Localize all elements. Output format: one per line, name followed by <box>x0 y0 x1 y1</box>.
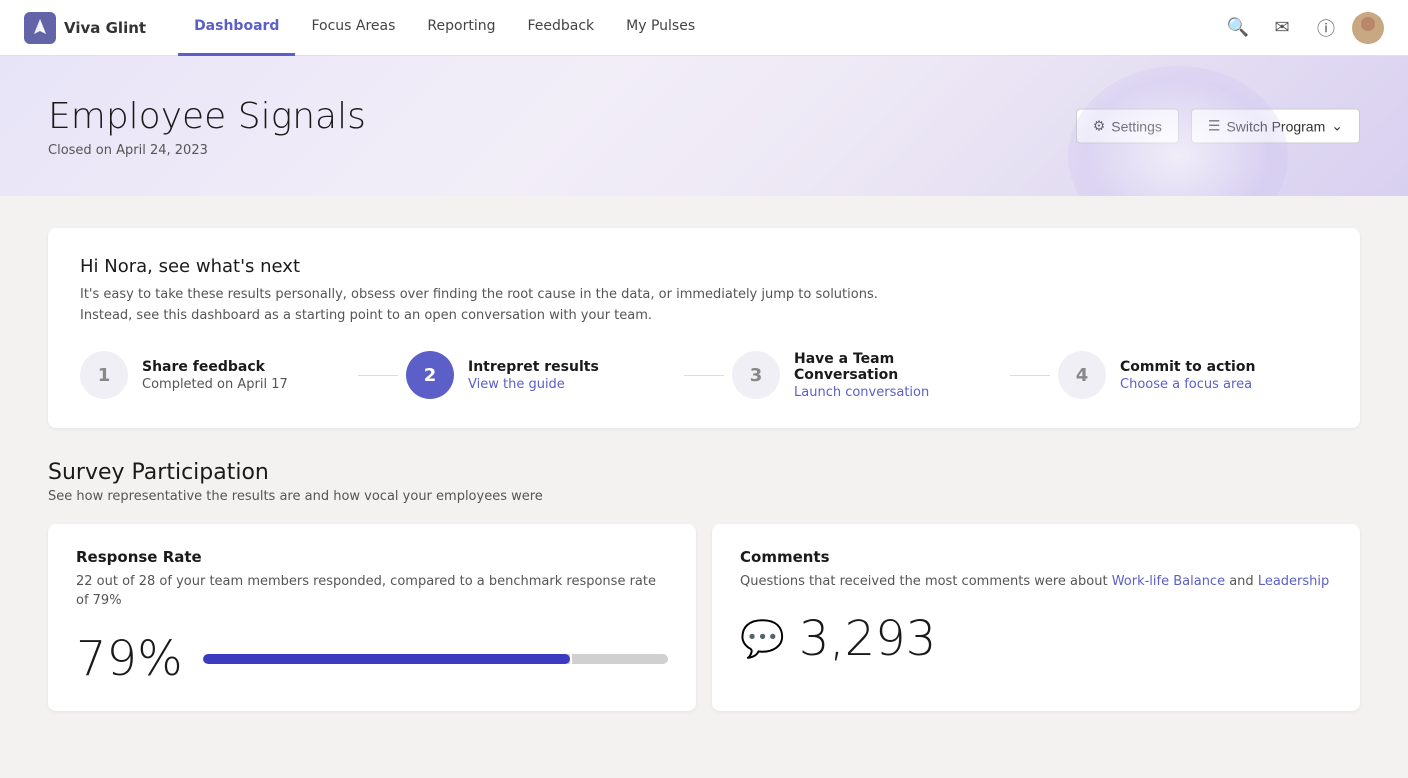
view-guide-link[interactable]: View the guide <box>468 377 565 392</box>
step-2-circle: 2 <box>406 351 454 399</box>
response-rate-card: Response Rate 22 out of 28 of your team … <box>48 524 696 711</box>
nav-link-dashboard[interactable]: Dashboard <box>178 0 295 56</box>
stat-grid: Response Rate 22 out of 28 of your team … <box>48 524 1360 711</box>
comments-count: 3,293 <box>799 611 936 667</box>
step-2-name: Intrepret results <box>468 359 676 375</box>
nav-link-reporting[interactable]: Reporting <box>411 0 511 56</box>
step-1-info: Share feedback Completed on April 17 <box>142 359 350 392</box>
step-2-sub: View the guide <box>468 377 676 392</box>
page-title: Employee Signals <box>48 96 1360 137</box>
step-3-sub: Launch conversation <box>794 385 1002 400</box>
hero-actions: ⚙ Settings ☰ Switch Program ⌄ <box>1076 109 1360 144</box>
step-4: 4 Commit to action Choose a focus area <box>1058 351 1328 399</box>
leadership-link[interactable]: Leadership <box>1258 574 1329 589</box>
settings-button[interactable]: ⚙ Settings <box>1076 109 1179 144</box>
main-content: Hi Nora, see what's next It's easy to ta… <box>0 196 1408 743</box>
step-4-info: Commit to action Choose a focus area <box>1120 359 1328 392</box>
launch-conversation-link[interactable]: Launch conversation <box>794 385 929 400</box>
comments-title: Comments <box>740 548 1332 566</box>
comments-card: Comments Questions that received the mos… <box>712 524 1360 711</box>
step-3: 3 Have a Team Conversation Launch conver… <box>732 351 1002 400</box>
step-3-circle: 3 <box>732 351 780 399</box>
nav-link-focus-areas[interactable]: Focus Areas <box>295 0 411 56</box>
whats-next-heading: Hi Nora, see what's next <box>80 256 1328 277</box>
nav-link-feedback[interactable]: Feedback <box>511 0 610 56</box>
step-divider-1 <box>358 375 398 376</box>
settings-icon: ⚙ <box>1093 118 1106 135</box>
participation-heading: Survey Participation <box>48 460 1360 485</box>
progress-fill <box>203 654 571 664</box>
search-icon: 🔍 <box>1227 17 1249 38</box>
brand-logo[interactable]: Viva Glint <box>24 12 146 44</box>
mail-icon: ✉ <box>1274 17 1289 38</box>
step-3-name: Have a Team Conversation <box>794 351 1002 383</box>
comments-desc: Questions that received the most comment… <box>740 572 1332 592</box>
avatar[interactable] <box>1352 12 1384 44</box>
progress-track <box>203 654 668 664</box>
comment-icon: 💬 <box>740 618 785 660</box>
response-rate-desc: 22 out of 28 of your team members respon… <box>76 572 668 611</box>
whats-next-description: It's easy to take these results personal… <box>80 285 1328 327</box>
switch-program-button[interactable]: ☰ Switch Program ⌄ <box>1191 109 1360 144</box>
page-subtitle: Closed on April 24, 2023 <box>48 143 1360 158</box>
progress-bar <box>203 654 668 664</box>
whats-next-card: Hi Nora, see what's next It's easy to ta… <box>48 228 1360 428</box>
step-4-sub: Choose a focus area <box>1120 377 1328 392</box>
nav-links: Dashboard Focus Areas Reporting Feedback… <box>178 0 1220 56</box>
hero-banner: Employee Signals Closed on April 24, 202… <box>0 56 1408 196</box>
navigation: Viva Glint Dashboard Focus Areas Reporti… <box>0 0 1408 56</box>
mail-button[interactable]: ✉ <box>1264 10 1300 46</box>
step-1: 1 Share feedback Completed on April 17 <box>80 351 350 399</box>
step-divider-3 <box>1010 375 1050 376</box>
step-3-info: Have a Team Conversation Launch conversa… <box>794 351 1002 400</box>
participation-desc: See how representative the results are a… <box>48 489 1360 504</box>
step-2-info: Intrepret results View the guide <box>468 359 676 392</box>
steps-container: 1 Share feedback Completed on April 17 2… <box>80 351 1328 400</box>
nav-actions: 🔍 ✉ ⓘ <box>1220 10 1384 46</box>
comments-row: 💬 3,293 <box>740 611 1332 667</box>
step-2: 2 Intrepret results View the guide <box>406 351 676 399</box>
response-rate-value: 79% <box>76 631 183 687</box>
step-divider-2 <box>684 375 724 376</box>
chevron-down-icon: ⌄ <box>1331 118 1343 135</box>
work-life-balance-link[interactable]: Work-life Balance <box>1112 574 1225 589</box>
step-1-name: Share feedback <box>142 359 350 375</box>
response-rate-title: Response Rate <box>76 548 668 566</box>
help-button[interactable]: ⓘ <box>1308 10 1344 46</box>
nav-link-my-pulses[interactable]: My Pulses <box>610 0 711 56</box>
step-1-sub: Completed on April 17 <box>142 377 350 392</box>
progress-marker <box>570 654 572 664</box>
participation-section: Survey Participation See how representat… <box>48 460 1360 711</box>
choose-focus-area-link[interactable]: Choose a focus area <box>1120 377 1252 392</box>
step-1-circle: 1 <box>80 351 128 399</box>
step-4-name: Commit to action <box>1120 359 1328 375</box>
switch-program-icon: ☰ <box>1208 118 1221 135</box>
search-button[interactable]: 🔍 <box>1220 10 1256 46</box>
help-icon: ⓘ <box>1317 15 1335 41</box>
response-rate-row: 79% <box>76 631 668 687</box>
step-4-circle: 4 <box>1058 351 1106 399</box>
brand-name: Viva Glint <box>64 19 146 37</box>
